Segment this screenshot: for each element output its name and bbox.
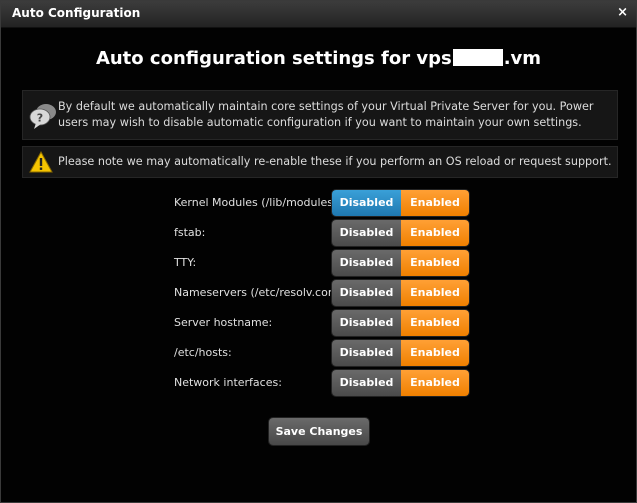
warning-text: Please note we may automatically re-enab… xyxy=(58,155,612,168)
setting-label: Nameservers (/etc/resolv.conf): xyxy=(174,286,347,299)
info-box: ? By default we automatically maintain c… xyxy=(22,90,618,140)
page-title-prefix: Auto configuration settings for vps xyxy=(95,48,452,69)
save-changes-button[interactable]: Save Changes xyxy=(269,418,369,445)
close-icon[interactable]: × xyxy=(617,5,628,20)
enabled-button[interactable]: Enabled xyxy=(401,340,469,366)
toggle-nameservers: Disabled Enabled xyxy=(332,280,469,306)
setting-row-fstab: fstab: Disabled Enabled xyxy=(174,220,474,246)
setting-row-server-hostname: Server hostname: Disabled Enabled xyxy=(174,310,474,336)
toggle-server-hostname: Disabled Enabled xyxy=(332,310,469,336)
speech-bubbles-question-icon: ? xyxy=(29,104,56,129)
disabled-button[interactable]: Disabled xyxy=(332,190,401,216)
toggle-tty: Disabled Enabled xyxy=(332,250,469,276)
page-title: Auto configuration settings for vps .vm xyxy=(1,48,636,69)
toggle-network-interfaces: Disabled Enabled xyxy=(332,370,469,396)
setting-label: TTY: xyxy=(174,256,197,269)
setting-label: Server hostname: xyxy=(174,316,273,329)
svg-text:?: ? xyxy=(37,112,43,125)
disabled-button[interactable]: Disabled xyxy=(332,310,401,336)
page-title-suffix: .vm xyxy=(503,48,542,69)
disabled-button[interactable]: Disabled xyxy=(332,220,401,246)
enabled-button[interactable]: Enabled xyxy=(401,220,469,246)
enabled-button[interactable]: Enabled xyxy=(401,280,469,306)
disabled-button[interactable]: Disabled xyxy=(332,340,401,366)
warning-box: Please note we may automatically re-enab… xyxy=(22,146,618,178)
setting-row-nameservers: Nameservers (/etc/resolv.conf): Disabled… xyxy=(174,280,474,306)
setting-label: Kernel Modules (/lib/modules): xyxy=(174,196,342,209)
enabled-button[interactable]: Enabled xyxy=(401,310,469,336)
setting-label: Network interfaces: xyxy=(174,376,282,389)
setting-row-network-interfaces: Network interfaces: Disabled Enabled xyxy=(174,370,474,396)
toggle-kernel-modules: Disabled Enabled xyxy=(332,190,469,216)
enabled-button[interactable]: Enabled xyxy=(401,370,469,396)
toggle-etc-hosts: Disabled Enabled xyxy=(332,340,469,366)
auto-configuration-dialog: Auto Configuration × Auto configuration … xyxy=(0,0,637,503)
setting-label: fstab: xyxy=(174,226,206,239)
toggle-fstab: Disabled Enabled xyxy=(332,220,469,246)
redacted-hostname xyxy=(452,49,503,66)
setting-row-tty: TTY: Disabled Enabled xyxy=(174,250,474,276)
disabled-button[interactable]: Disabled xyxy=(332,370,401,396)
title-bar: Auto Configuration × xyxy=(1,1,636,28)
enabled-button[interactable]: Enabled xyxy=(401,190,469,216)
setting-label: /etc/hosts: xyxy=(174,346,232,359)
enabled-button[interactable]: Enabled xyxy=(401,250,469,276)
warning-triangle-icon xyxy=(29,151,53,173)
setting-row-etc-hosts: /etc/hosts: Disabled Enabled xyxy=(174,340,474,366)
setting-row-kernel-modules: Kernel Modules (/lib/modules): Disabled … xyxy=(174,190,474,216)
disabled-button[interactable]: Disabled xyxy=(332,280,401,306)
dialog-title: Auto Configuration xyxy=(12,6,141,20)
info-text: By default we automatically maintain cor… xyxy=(58,100,594,129)
disabled-button[interactable]: Disabled xyxy=(332,250,401,276)
